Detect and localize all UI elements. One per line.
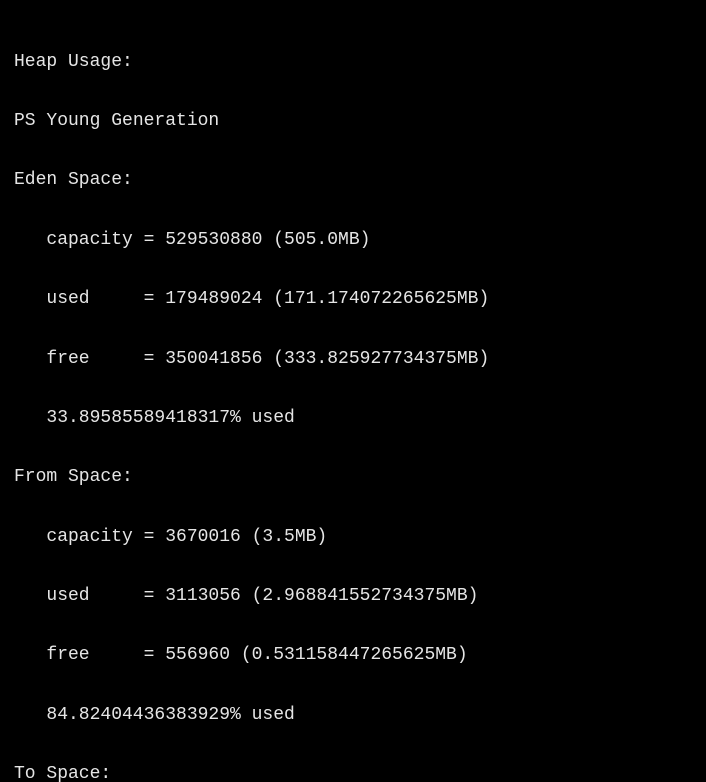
eden-space-title: Eden Space: — [14, 166, 692, 196]
from-space-title: From Space: — [14, 463, 692, 493]
young-gen-title: PS Young Generation — [14, 107, 692, 137]
from-capacity: capacity = 3670016 (3.5MB) — [14, 523, 692, 553]
eden-free: free = 350041856 (333.825927734375MB) — [14, 345, 692, 375]
to-space-title: To Space: — [14, 760, 692, 782]
eden-capacity: capacity = 529530880 (505.0MB) — [14, 226, 692, 256]
eden-percent-used: 33.89585589418317% used — [14, 404, 692, 434]
terminal-output: Heap Usage: PS Young Generation Eden Spa… — [0, 0, 706, 782]
from-used: used = 3113056 (2.968841552734375MB) — [14, 582, 692, 612]
from-percent-used: 84.82404436383929% used — [14, 701, 692, 731]
eden-used: used = 179489024 (171.174072265625MB) — [14, 285, 692, 315]
from-free: free = 556960 (0.531158447265625MB) — [14, 641, 692, 671]
heap-usage-header: Heap Usage: — [14, 48, 692, 78]
